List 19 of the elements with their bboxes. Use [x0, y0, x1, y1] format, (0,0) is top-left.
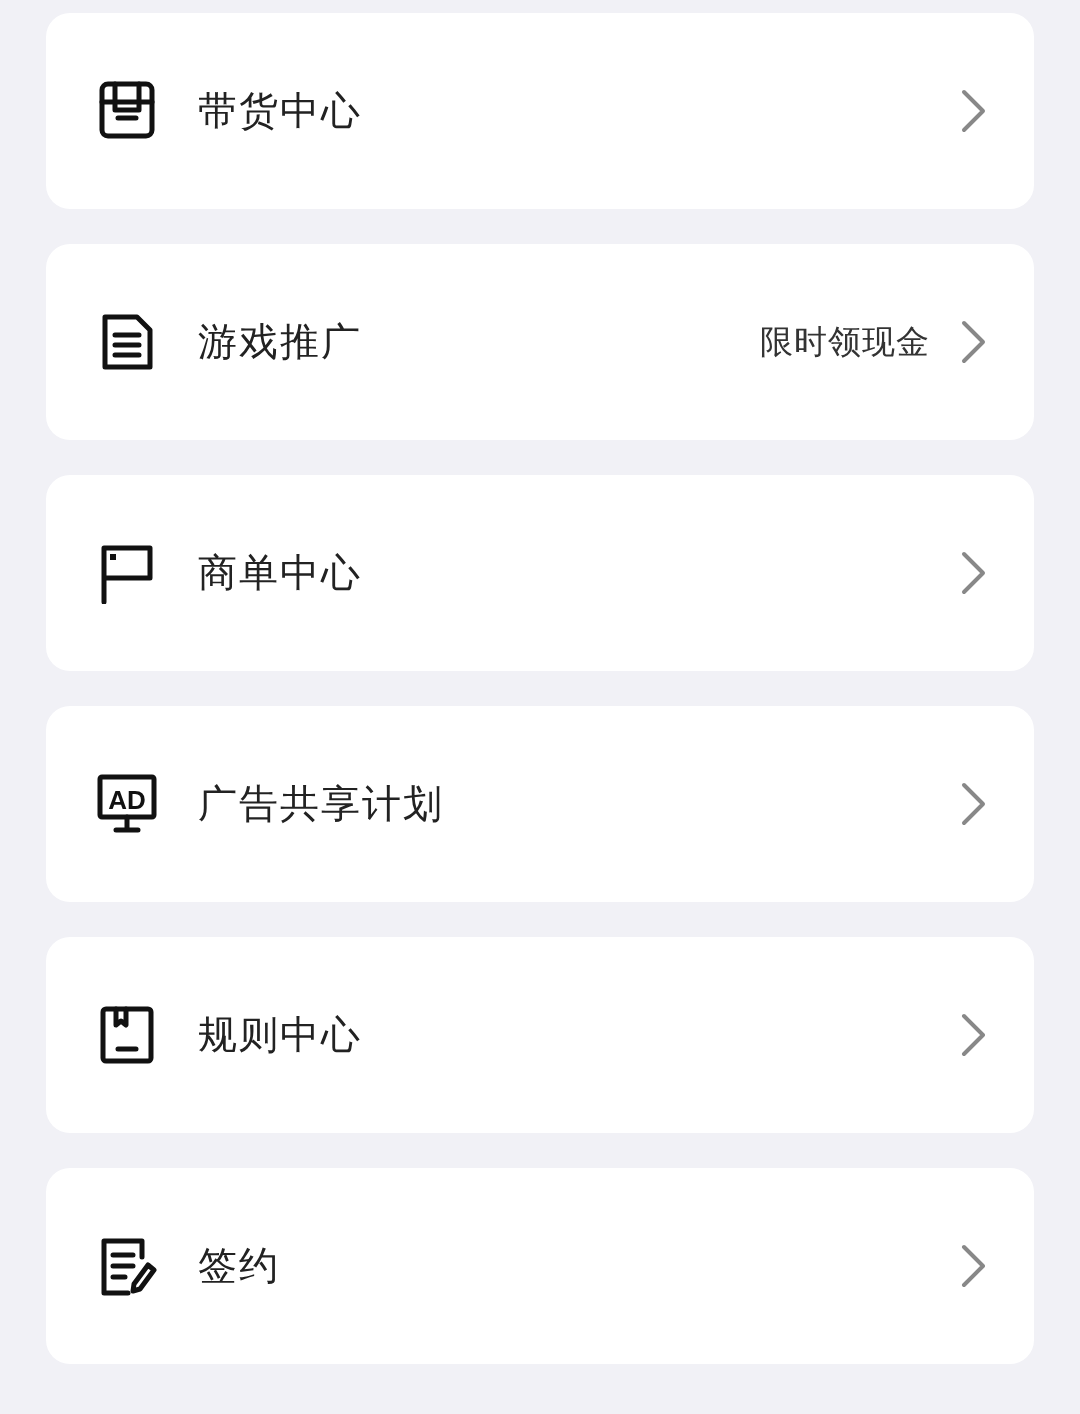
menu-item[interactable]: 签约: [46, 1168, 1034, 1364]
menu-item[interactable]: AD 广告共享计划: [46, 706, 1034, 902]
menu-label: 游戏推广: [198, 317, 363, 366]
menu-label: 广告共享计划: [198, 779, 445, 828]
menu-item[interactable]: 商单中心: [46, 475, 1034, 671]
promo-text: 限时领现金: [760, 321, 930, 364]
chevron-right-icon: [960, 1244, 988, 1288]
menu-item[interactable]: 带货中心: [46, 13, 1034, 209]
chevron-right-icon: [960, 1013, 988, 1057]
chevron-right-icon: [960, 782, 988, 826]
menu-label: 带货中心: [198, 86, 363, 135]
chevron-right-icon: [960, 551, 988, 595]
chevron-right-icon: [960, 320, 988, 364]
menu-item[interactable]: 规则中心: [46, 937, 1034, 1133]
chevron-right-icon: [960, 89, 988, 133]
menu-item[interactable]: 游戏推广 限时领现金: [46, 244, 1034, 440]
menu-label: 规则中心: [198, 1010, 363, 1059]
menu-label: 签约: [198, 1241, 281, 1290]
menu-label: 商单中心: [198, 548, 363, 597]
